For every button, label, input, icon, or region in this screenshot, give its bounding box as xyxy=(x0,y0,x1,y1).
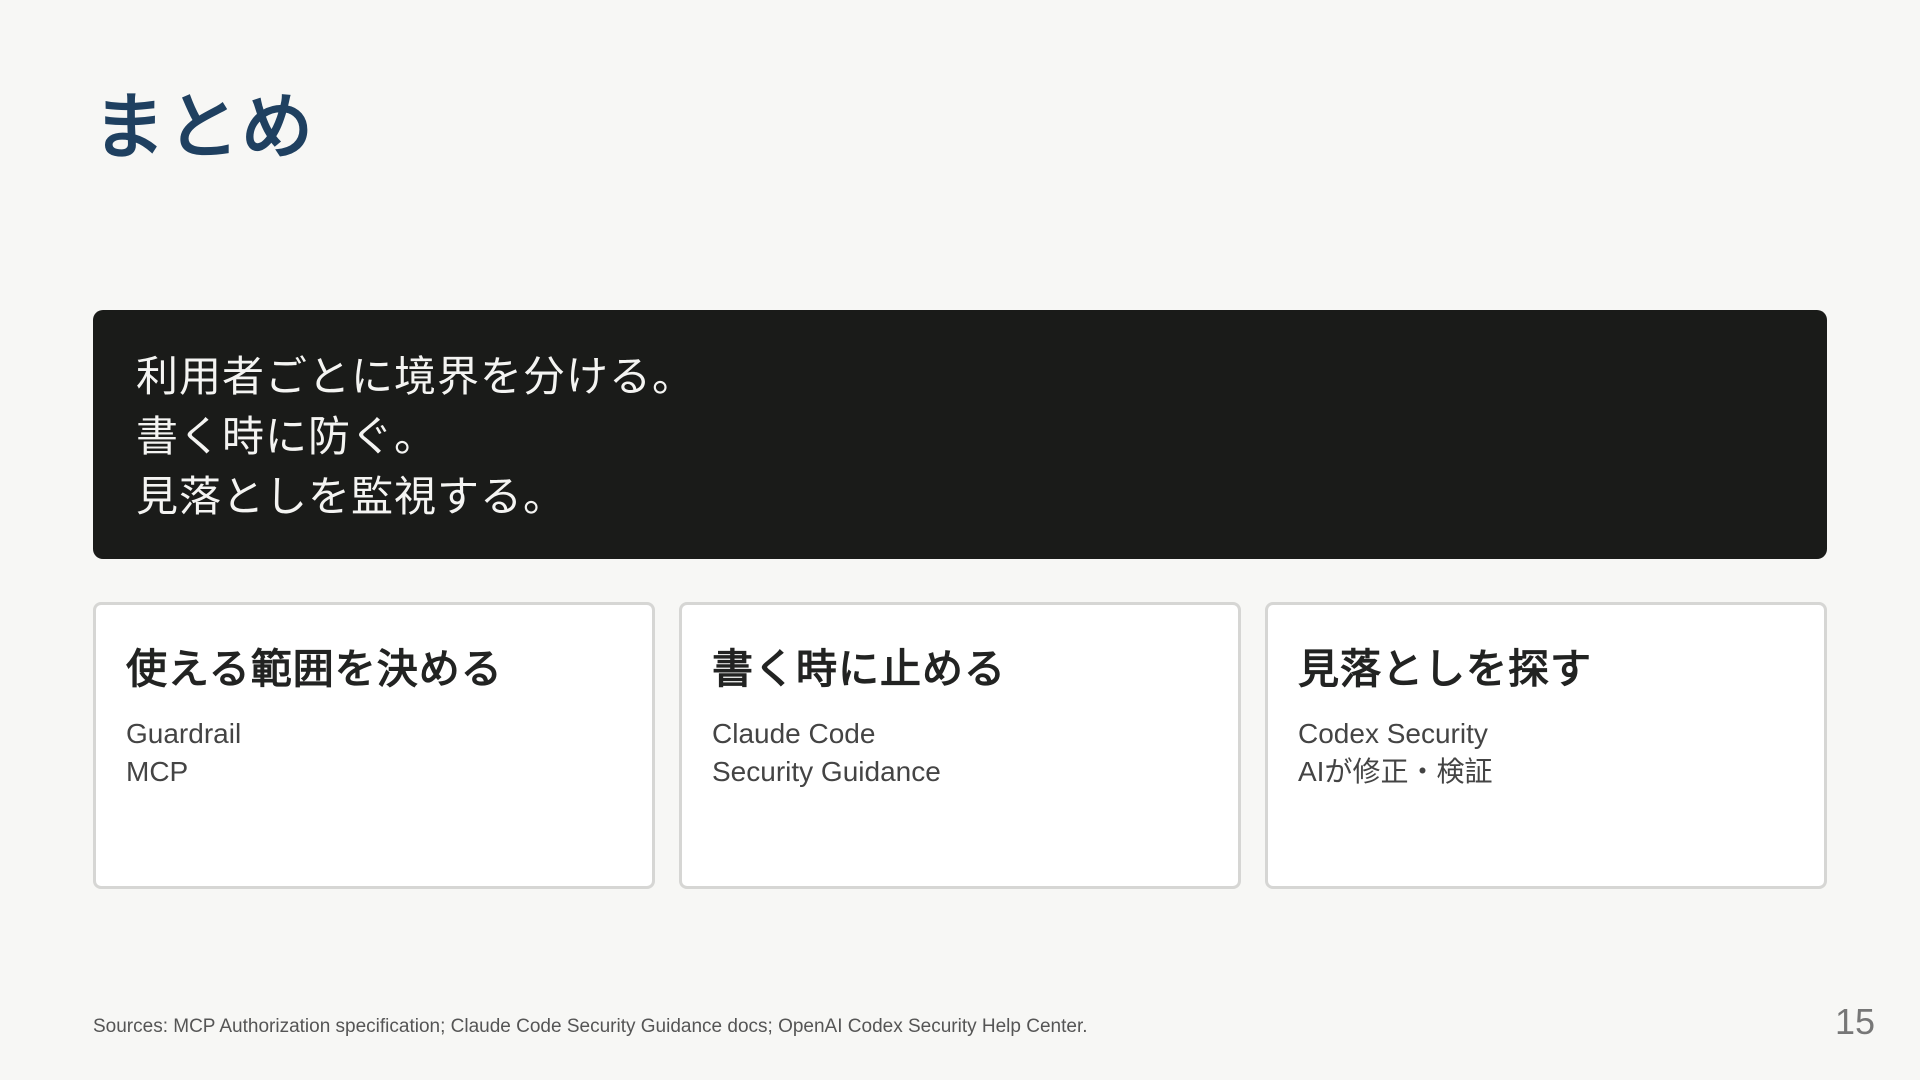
summary-line-2: 書く時に防ぐ。 xyxy=(136,412,438,461)
card-title: 見落としを探す xyxy=(1298,645,1592,693)
card-line: Guardrail xyxy=(126,718,242,749)
card-title: 書く時に止める xyxy=(712,645,1006,693)
card-line: Security Guidance xyxy=(712,756,941,787)
card-line: AIが修正・検証 xyxy=(1298,756,1493,787)
card-scope: 使える範囲を決める Guardrail MCP xyxy=(93,602,655,889)
card-line: MCP xyxy=(126,756,189,787)
slide-title: まとめ xyxy=(93,85,316,169)
sources-footnote: Sources: MCP Authorization specification… xyxy=(93,1016,1088,1037)
summary-panel: 利用者ごとに境界を分ける。 書く時に防ぐ。 見落としを監視する。 xyxy=(93,310,1827,559)
card-title: 使える範囲を決める xyxy=(126,645,503,693)
slide: まとめ 利用者ごとに境界を分ける。 書く時に防ぐ。 見落としを監視する。 使える… xyxy=(0,0,1920,1080)
card-line: Claude Code xyxy=(712,718,876,749)
card-row: 使える範囲を決める Guardrail MCP 書く時に止める Claude C… xyxy=(93,602,1827,889)
card-write-time: 書く時に止める Claude Code Security Guidance xyxy=(679,602,1241,889)
summary-line-3: 見落としを監視する。 xyxy=(136,472,567,521)
summary-line-1: 利用者ごとに境界を分ける。 xyxy=(136,352,696,401)
card-line: Codex Security xyxy=(1298,718,1488,749)
card-detection: 見落としを探す Codex Security AIが修正・検証 xyxy=(1265,602,1827,889)
page-number: 15 xyxy=(1834,1001,1875,1042)
